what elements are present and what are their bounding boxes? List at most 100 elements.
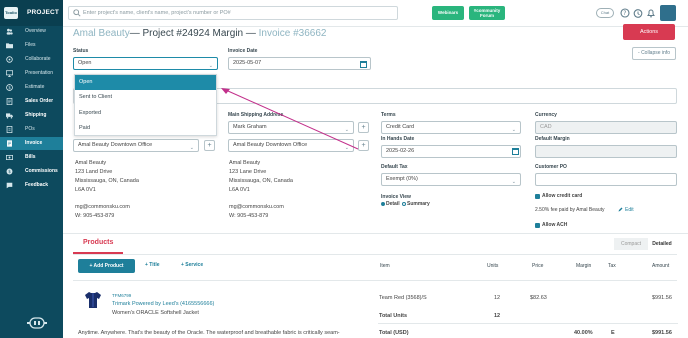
svg-text:$: $ — [8, 85, 11, 90]
user-avatar[interactable] — [660, 5, 676, 21]
product-image[interactable] — [84, 291, 102, 309]
feedback-icon — [6, 182, 13, 189]
sidebar-item-files[interactable]: Files — [0, 39, 63, 52]
total-usd-label: Total (USD) — [379, 330, 409, 336]
search-input[interactable]: Enter project's name, client's name, pro… — [68, 6, 398, 20]
client-name[interactable]: Amal Beauty — [73, 28, 130, 39]
compact-view-button[interactable]: Compact — [614, 238, 648, 250]
shipping-phone: W: 905-453-879 — [229, 213, 269, 219]
status-option-open[interactable]: Open — [75, 75, 216, 90]
status-option-sent-to-client[interactable]: Sent to Client — [75, 90, 216, 105]
add-shipping-address-button[interactable]: + — [358, 140, 369, 151]
chevron-down-icon: ⌄ — [208, 63, 213, 69]
edit-link[interactable]: Edit — [625, 206, 634, 214]
billing-address-line: Mississauga, ON, Canada — [75, 178, 139, 184]
sidebar-item-label: Bills — [25, 154, 36, 160]
bell-icon[interactable] — [646, 8, 656, 18]
terms-value: Credit Card — [386, 124, 415, 130]
summary-radio[interactable] — [402, 202, 406, 206]
sidebar-item-sales-order[interactable]: Sales Order — [0, 95, 63, 108]
sidebar-item-invoice[interactable]: Invoice — [0, 137, 63, 150]
status-label: Status — [73, 48, 89, 54]
invoice-date-field[interactable]: 2025-05-07 — [228, 57, 371, 70]
divider — [73, 254, 677, 255]
add-service-button[interactable]: + Service — [181, 262, 203, 268]
chevron-down-icon: ⌄ — [189, 145, 194, 151]
currency-label: Currency — [535, 112, 557, 118]
sidebar-item-commissions[interactable]: $ Commissions — [0, 165, 63, 178]
sidebar-item-pos[interactable]: POs — [0, 123, 63, 136]
add-billing-address-button[interactable]: + — [204, 140, 215, 151]
summary-label: Summary — [407, 201, 430, 207]
shipping-email: mg@commonsku.com — [229, 204, 284, 210]
customer-po-input[interactable] — [535, 173, 677, 186]
sidebar-item-estimate[interactable]: $ Estimate — [0, 81, 63, 94]
sidebar-item-label: POs — [25, 126, 35, 132]
sidebar-item-overview[interactable]: Overview — [0, 25, 63, 38]
estimate-icon: $ — [6, 84, 13, 91]
community-forum-button[interactable]: #community Forum — [469, 6, 505, 20]
billing-address-line: 123 Land Drive — [75, 169, 113, 175]
collapse-info-button[interactable]: - Collapse info — [632, 47, 676, 60]
sidebar-item-label: Invoice — [25, 140, 43, 146]
detail-radio[interactable] — [381, 202, 385, 206]
page-title: Amal Beauty— Project #24924 Margin — Inv… — [73, 27, 327, 41]
default-margin-label: Default Margin — [535, 136, 570, 142]
help-icon[interactable]: ? — [620, 8, 630, 18]
status-select[interactable]: Open ⌄ — [73, 57, 218, 70]
timer-icon[interactable] — [633, 8, 643, 18]
status-option-exported[interactable]: Exported — [75, 106, 216, 121]
currency-value: CAD — [540, 124, 552, 130]
calendar-icon[interactable] — [360, 61, 367, 68]
product-supplier[interactable]: Trimark Powered by Leed's (4165556666) — [112, 300, 214, 308]
invoice-date-value: 2025-05-07 — [233, 60, 262, 66]
pencil-icon[interactable] — [618, 207, 623, 212]
calendar-icon[interactable] — [512, 148, 519, 155]
product-variant: Team Red (3568)/S — [379, 295, 427, 301]
actions-button[interactable]: Actions — [623, 24, 675, 40]
credit-fee-text: 2.50% fee paid by Amal Beauty — [535, 207, 605, 213]
status-dropdown-menu: Open Sent to Client Exported Paid — [74, 74, 217, 136]
status-option-paid[interactable]: Paid — [75, 121, 216, 136]
sidebar-item-bills[interactable]: Bills — [0, 151, 63, 164]
commissions-icon: $ — [6, 168, 13, 175]
skubot-icon[interactable] — [27, 317, 47, 329]
sidebar-item-label: Feedback — [25, 182, 49, 188]
terms-select[interactable]: Credit Card ⌄ — [381, 121, 521, 134]
billing-address-line: L6A 0V1 — [75, 187, 96, 193]
shipping-address-line: L6A 0V1 — [229, 187, 250, 193]
add-shipping-contact-button[interactable]: + — [358, 122, 369, 133]
total-margin: 40.00% — [574, 330, 593, 336]
default-tax-label: Default Tax — [381, 164, 408, 170]
tab-products[interactable]: Products — [83, 239, 113, 246]
product-price: $82.63 — [530, 295, 547, 301]
shipping-address-select[interactable]: Amal Beauty Downtown Office ⌄ — [228, 139, 354, 152]
sidebar-item-label: Overview — [25, 28, 46, 34]
svg-text:?: ? — [623, 10, 626, 17]
invoice-number: Invoice #36662 — [258, 28, 327, 39]
billing-address-select[interactable]: Amal Beauty Downtown Office ⌄ — [73, 139, 199, 152]
allow-ach-checkbox[interactable] — [535, 223, 540, 228]
sidebar-item-collaborate[interactable]: Collaborate — [0, 53, 63, 66]
column-header-margin: Margin — [576, 263, 592, 269]
add-product-button[interactable]: + Add Product — [78, 259, 135, 273]
sidebar-item-shipping[interactable]: Shipping — [0, 109, 63, 122]
in-hands-date-field[interactable]: 2025-02-26 — [381, 145, 521, 158]
invoice-date-label: Invoice Date — [228, 48, 258, 54]
chat-button[interactable]: Chat — [596, 8, 614, 18]
users-icon — [6, 28, 13, 35]
sidebar-item-presentation[interactable]: Presentation — [0, 67, 63, 80]
sidebar-item-label: Shipping — [25, 112, 47, 118]
default-tax-select[interactable]: Exempt (0%) ⌄ — [381, 173, 521, 186]
company-logo[interactable]: Toolio — [4, 7, 18, 19]
product-sku[interactable]: TFM6799 — [112, 292, 131, 300]
product-amount: $991.56 — [652, 295, 672, 301]
allow-credit-card-checkbox[interactable] — [535, 194, 540, 199]
add-title-button[interactable]: + Title — [145, 262, 160, 268]
chevron-down-icon: ⌄ — [344, 145, 349, 151]
shipping-contact-select[interactable]: Mark Graham ⌄ — [228, 121, 354, 134]
detailed-view-button[interactable]: Detailed — [648, 238, 676, 250]
webinars-button[interactable]: Webinars — [432, 6, 464, 20]
sidebar-item-feedback[interactable]: Feedback — [0, 179, 63, 192]
shipping-address-line: Amal Beauty — [229, 160, 261, 166]
